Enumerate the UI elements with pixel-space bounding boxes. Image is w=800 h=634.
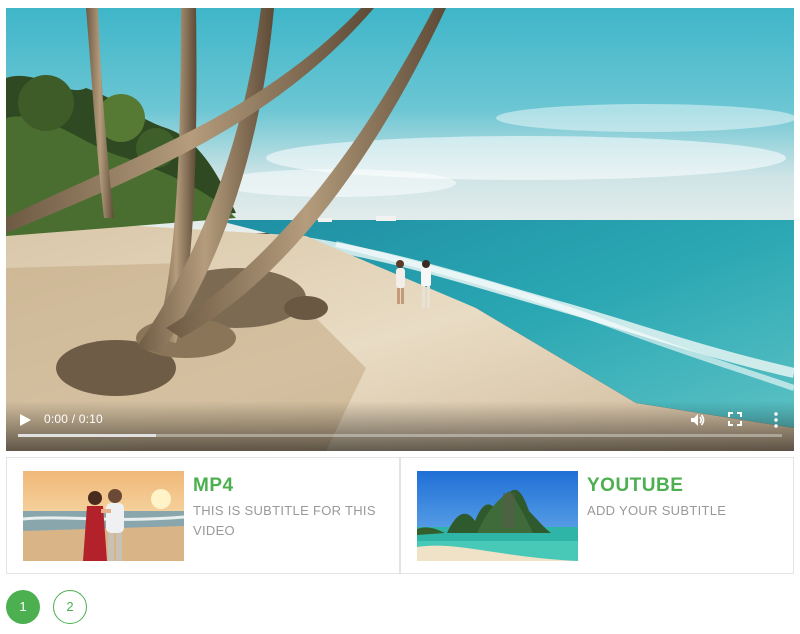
playlist-item-mp4[interactable]: MP4 THIS IS SUBTITLE FOR THIS VIDEO	[6, 457, 400, 574]
video-frame-beach-scene	[6, 8, 794, 451]
fullscreen-icon[interactable]	[728, 412, 742, 426]
thumbnail-couple-sunset	[23, 471, 184, 561]
progress-fill	[18, 434, 156, 437]
time-display: 0:00 / 0:10	[44, 412, 103, 426]
playlist-item-subtitle: ADD YOUR SUBTITLE	[587, 503, 727, 518]
player-controls: 0:00 / 0:10	[6, 401, 794, 451]
more-vertical-icon[interactable]	[772, 411, 780, 429]
playlist-item-title: YOUTUBE	[587, 475, 684, 496]
volume-icon[interactable]	[690, 412, 706, 428]
video-player[interactable]: 0:00 / 0:10	[6, 8, 794, 451]
page-1-button[interactable]: 1	[6, 590, 40, 624]
page-2-button[interactable]: 2	[53, 590, 87, 624]
progress-bar[interactable]	[18, 434, 782, 437]
playlist: MP4 THIS IS SUBTITLE FOR THIS VIDEO YOUT…	[6, 457, 794, 574]
time-separator: /	[68, 412, 79, 426]
thumbnail-tropical-island	[417, 471, 578, 561]
playlist-item-title: MP4	[193, 475, 234, 496]
time-total: 0:10	[78, 412, 103, 426]
playlist-item-subtitle: THIS IS SUBTITLE FOR THIS VIDEO	[193, 503, 376, 538]
time-current: 0:00	[44, 412, 69, 426]
playlist-item-youtube[interactable]: YOUTUBE ADD YOUR SUBTITLE	[400, 457, 794, 574]
play-icon[interactable]	[18, 413, 32, 427]
